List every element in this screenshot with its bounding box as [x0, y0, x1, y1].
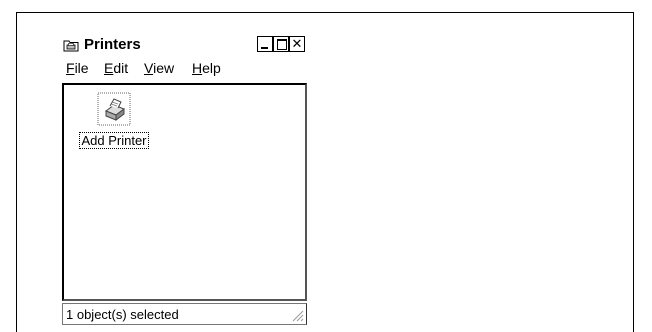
menu-help[interactable]: Help [192, 60, 221, 76]
menu-file[interactable]: File [66, 60, 89, 76]
maximize-icon [277, 39, 287, 50]
printers-list-view[interactable]: Add Printer [62, 83, 307, 301]
add-printer-icon [96, 91, 132, 127]
menu-view[interactable]: View [144, 60, 174, 76]
menu-help-label: elp [202, 60, 221, 76]
menu-help-accel: H [192, 60, 203, 76]
menu-edit-accel: E [104, 60, 114, 76]
menu-file-label: ile [74, 60, 89, 76]
minimize-button[interactable] [257, 36, 273, 52]
menu-view-label: iew [153, 60, 175, 76]
close-button[interactable]: ✕ [289, 36, 305, 52]
menu-edit-label: dit [113, 60, 129, 76]
add-printer-label: Add Printer [79, 132, 149, 149]
close-icon: ✕ [291, 36, 303, 51]
minimize-icon [261, 47, 268, 49]
add-printer-item[interactable]: Add Printer [78, 91, 150, 150]
menu-edit[interactable]: Edit [104, 60, 128, 76]
printers-window: Printers ✕ File Edit View Help Add Print… [59, 34, 309, 326]
status-bar: 1 object(s) selected [62, 303, 307, 325]
printers-folder-icon [63, 38, 79, 52]
title-bar[interactable]: Printers ✕ [59, 34, 309, 56]
status-text: 1 object(s) selected [66, 307, 179, 322]
menu-view-accel: V [144, 60, 154, 76]
resize-grip-icon[interactable] [290, 308, 304, 322]
maximize-button[interactable] [273, 36, 289, 52]
window-title: Printers [84, 36, 141, 53]
menu-bar: File Edit View Help [59, 56, 309, 78]
menu-file-accel: F [66, 60, 75, 76]
